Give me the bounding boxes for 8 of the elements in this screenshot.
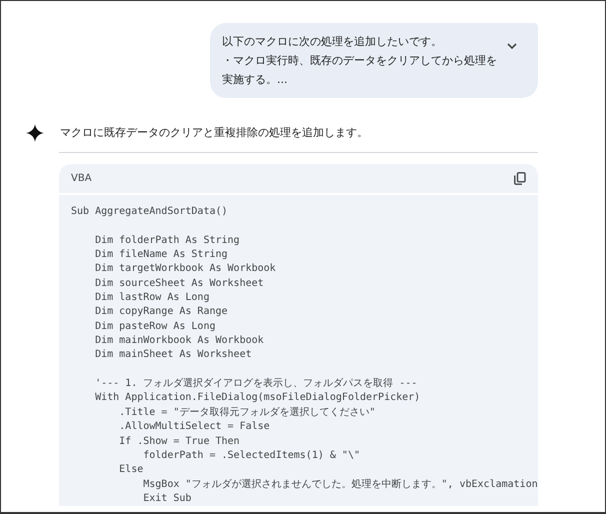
sparkle-icon	[26, 124, 44, 142]
copy-button[interactable]	[512, 170, 528, 187]
code-language: VBA	[71, 172, 92, 186]
message-line: 実施する。...	[222, 72, 288, 88]
message-line: ・マクロ実行時、既存のデータをクリアしてから処理を	[222, 53, 498, 69]
message-line: 以下のマクロに次の処理を追加したいです。	[222, 34, 443, 50]
response-text: マクロに既存データのクリアと重複排除の処理を追加します。	[60, 125, 368, 141]
code-text: Sub AggregateAndSortData() Dim folderPath As String Dim fileName As String Dim targetWorkbook As Workbook Dim sourceSheet As Worksheet Dim lastRow As Long Dim copyRange As Range Dim pasteRow As Long Dim mainWorkbook As Workbook Dim mainSheet As Worksheet '--- 1. フォルダ選択ダイアログを表示し、フォルダパスを取得 --- With Application.FileDialog(msoFileDialogFolderPicker) .Title = "データ取得元フォルダを選択してください" .AllowMultiSelect = False If .Show = True Then folderPath = .SelectedItems(1) & "\" Else MsgBox "フォルダが選択されませんでした。処理を中断します。", vbExclamation Exit Sub	[70, 205, 538, 506]
